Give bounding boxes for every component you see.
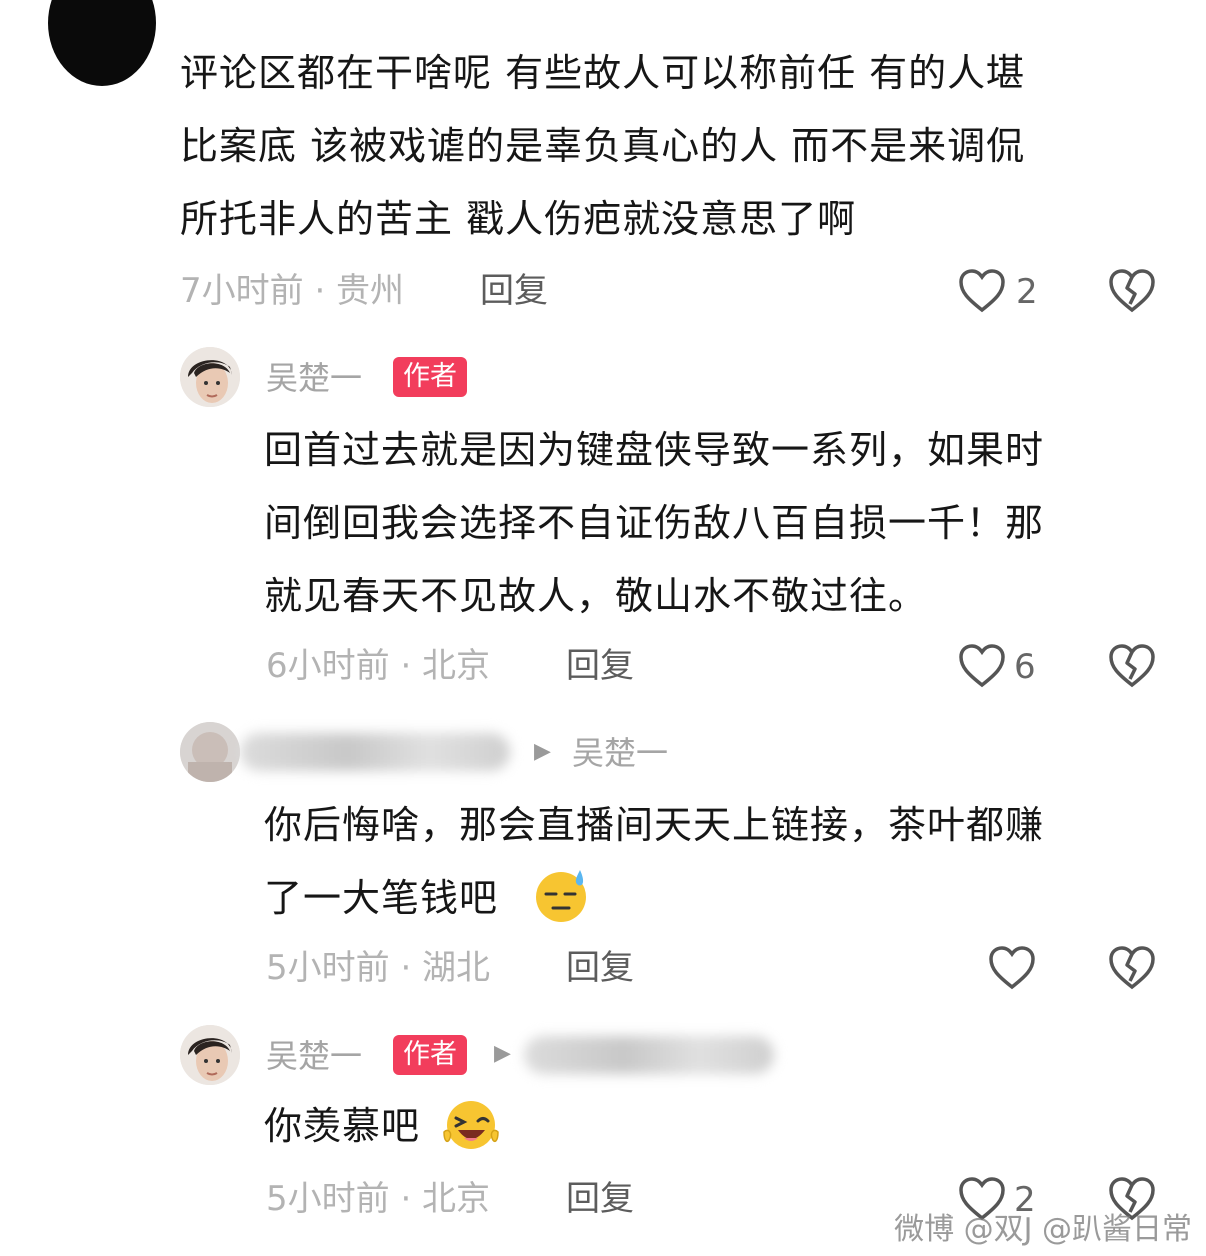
reply-button[interactable]: 回复 <box>480 269 548 313</box>
comment-line: 所托非人的苦主 戳人伤疤就没意思了啊 <box>180 197 857 241</box>
comment-line: 比案底 该被戏谑的是辜负真心的人 而不是来调侃 <box>180 124 1026 168</box>
comment-line: 你羡慕吧 <box>264 1104 421 1148</box>
heart-icon[interactable] <box>958 643 1006 689</box>
reply-arrow-icon: ▶ <box>494 1041 511 1066</box>
broken-heart-icon[interactable] <box>1108 268 1156 314</box>
commenter-name[interactable]: 吴楚一 <box>266 358 362 398</box>
author-badge: 作者 <box>393 1035 467 1075</box>
laughing-wink-emoji <box>443 1101 499 1149</box>
reply-button[interactable]: 回复 <box>566 1177 634 1221</box>
heart-icon[interactable] <box>958 268 1006 314</box>
like-count: 6 <box>1014 647 1036 687</box>
comment-line: 间倒回我会选择不自证伤敌八百自损一千！那 <box>264 501 1045 545</box>
comment-line: 评论区都在干啥呢 有些故人可以称前任 有的人堪 <box>180 51 1026 95</box>
comment-line: 你后悔啥，那会直播间天天上链接，茶叶都赚 <box>264 803 1045 847</box>
avatar[interactable] <box>48 0 156 86</box>
reply-to-name[interactable]: 吴楚一 <box>572 733 668 773</box>
comment-line: 了一大笔钱吧 <box>264 876 499 920</box>
comment-line: 就见春天不见故人，敬山水不敬过往。 <box>264 574 928 618</box>
comment-meta: 5小时前 · 湖北 <box>266 948 491 988</box>
author-badge: 作者 <box>393 357 467 397</box>
blurred-username[interactable] <box>240 733 510 771</box>
sweat-smile-emoji <box>536 870 586 922</box>
avatar[interactable] <box>180 347 240 407</box>
like-count: 2 <box>1016 272 1038 312</box>
avatar[interactable] <box>180 722 240 782</box>
commenter-name[interactable]: 吴楚一 <box>266 1036 362 1076</box>
comment-meta: 6小时前 · 北京 <box>266 646 491 686</box>
broken-heart-icon[interactable] <box>1108 643 1156 689</box>
comment-line: 回首过去就是因为键盘侠导致一系列，如果时 <box>264 428 1045 472</box>
broken-heart-icon[interactable] <box>1108 945 1156 991</box>
avatar[interactable] <box>180 1025 240 1085</box>
watermark: 微博 @双J @趴酱日常 <box>894 1212 1192 1247</box>
reply-button[interactable]: 回复 <box>566 644 634 688</box>
reply-button[interactable]: 回复 <box>566 946 634 990</box>
blurred-username[interactable] <box>524 1036 774 1074</box>
reply-arrow-icon: ▶ <box>534 739 551 764</box>
comment-meta: 5小时前 · 北京 <box>266 1179 491 1219</box>
heart-icon[interactable] <box>988 945 1036 991</box>
comment-meta: 7小时前 · 贵州 <box>180 271 405 311</box>
